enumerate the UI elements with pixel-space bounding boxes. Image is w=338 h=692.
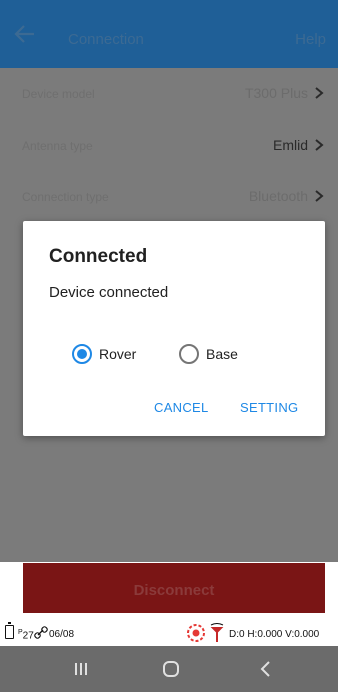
antenna-icon — [210, 623, 224, 642]
chevron-right-icon — [315, 190, 324, 202]
disconnect-label: Disconnect — [133, 582, 215, 599]
app-bar: Connection Help — [0, 0, 338, 68]
arrow-left-icon[interactable] — [14, 24, 36, 44]
cancel-button[interactable]: CANCEL — [154, 400, 209, 415]
dialog-message: Device connected — [49, 284, 169, 301]
satellite-count: P27 — [18, 629, 34, 642]
chevron-right-icon — [315, 139, 324, 151]
gnss-status-bar: P27 06/08 D:0 H:0.000 V:0.000 — [0, 620, 338, 646]
antenna-type-row[interactable]: Antenna type Emlid — [0, 120, 338, 170]
connection-type-value: Bluetooth — [248, 188, 308, 204]
chevron-right-icon — [315, 87, 324, 99]
connected-dialog: Connected Device connected Rover Base CA… — [23, 221, 325, 436]
setting-button[interactable]: SETTING — [240, 400, 298, 415]
base-radio-label[interactable]: Base — [206, 346, 238, 362]
device-model-row[interactable]: Device model T300 Plus — [0, 68, 338, 118]
device-model-value: T300 Plus — [244, 85, 308, 101]
link-icon — [34, 626, 48, 639]
age-value: 06/08 — [49, 629, 75, 640]
help-button[interactable]: Help — [295, 31, 326, 48]
battery-icon — [5, 622, 14, 639]
connection-type-label: Connection type — [22, 190, 109, 204]
home-icon[interactable] — [160, 659, 182, 679]
page-title: Connection — [68, 31, 144, 48]
base-radio[interactable]: Base — [179, 343, 238, 365]
recent-apps-icon[interactable] — [70, 659, 92, 679]
antenna-type-value: Emlid — [272, 137, 308, 153]
connection-type-row[interactable]: Connection type Bluetooth — [0, 171, 338, 221]
antenna-type-label: Antenna type — [22, 139, 93, 153]
radio-checked-icon[interactable] — [72, 344, 92, 364]
gps-target-icon — [187, 624, 205, 642]
dialog-title: Connected — [49, 246, 148, 267]
device-model-label: Device model — [22, 87, 95, 101]
android-nav-bar — [0, 646, 338, 692]
disconnect-button[interactable]: Disconnect — [23, 563, 325, 613]
device-position-info: D:0 H:0.000 V:0.000 — [229, 629, 320, 640]
rover-radio-label[interactable]: Rover — [99, 346, 136, 362]
rover-radio[interactable]: Rover — [72, 343, 136, 365]
radio-unchecked-icon[interactable] — [179, 344, 199, 364]
back-nav-icon[interactable] — [255, 659, 277, 679]
